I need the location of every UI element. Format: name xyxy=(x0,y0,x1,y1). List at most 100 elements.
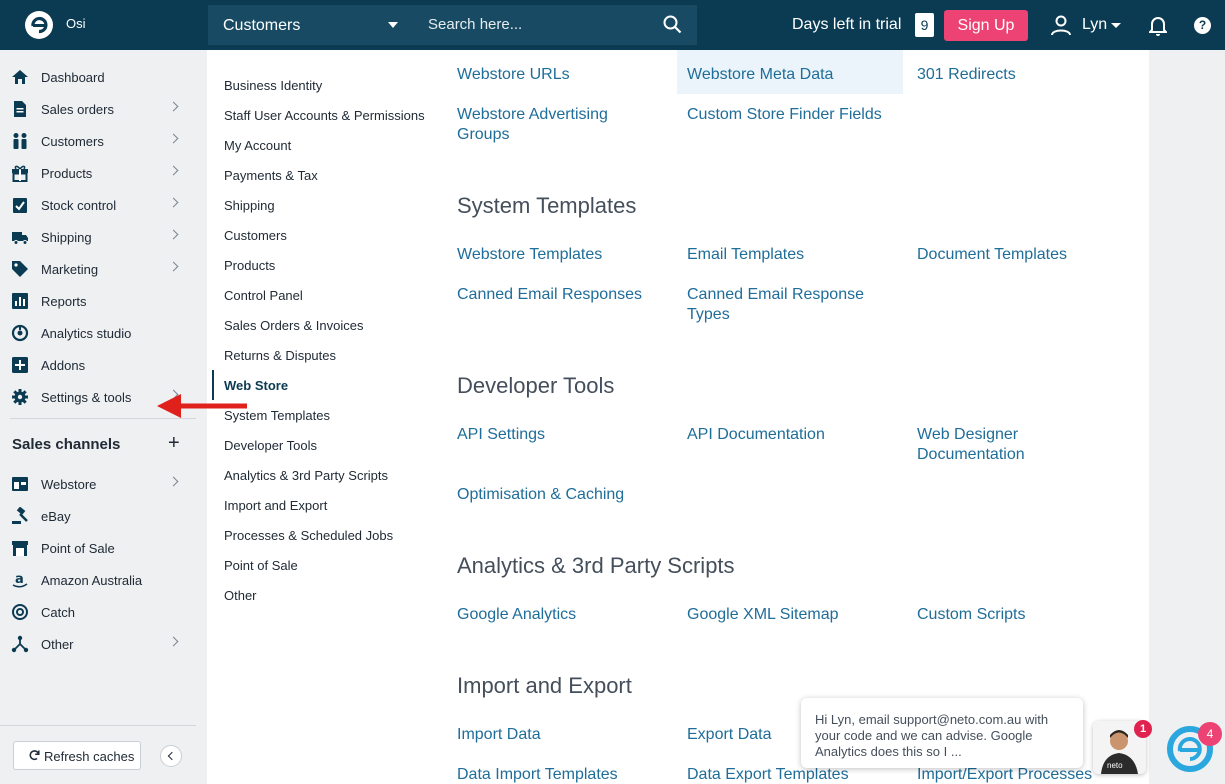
settings-nav-item[interactable]: Sales Orders & Invoices xyxy=(224,318,363,333)
settings-nav-item[interactable]: Shipping xyxy=(224,198,275,213)
sidebar-item-dashboard[interactable]: Dashboard xyxy=(0,61,196,93)
main-content: Business Identity Staff User Accounts & … xyxy=(207,50,1149,784)
sign-up-button[interactable]: Sign Up xyxy=(944,10,1028,41)
amazon-icon: a xyxy=(12,572,28,588)
section-title-system-templates: System Templates xyxy=(457,193,637,218)
search-input[interactable]: Search here... xyxy=(408,5,697,45)
settings-nav-item[interactable]: My Account xyxy=(224,138,291,153)
bell-icon[interactable] xyxy=(1149,16,1167,36)
search-scope-select[interactable]: Customers xyxy=(208,5,408,45)
link-data-import-templates[interactable]: Data Import Templates xyxy=(457,765,657,784)
chevron-right-icon xyxy=(168,165,179,176)
link-api-settings[interactable]: API Settings xyxy=(457,425,657,445)
sidebar-item-addons[interactable]: Addons xyxy=(0,349,196,381)
sidebar-item-label: Settings & tools xyxy=(41,390,132,405)
link-webstore-templates[interactable]: Webstore Templates xyxy=(457,245,657,265)
link-canned-email-responses[interactable]: Canned Email Responses xyxy=(457,285,657,305)
link-document-templates[interactable]: Document Templates xyxy=(917,245,1117,265)
bar-chart-icon xyxy=(12,293,28,309)
chevron-right-icon xyxy=(168,261,179,272)
user-name: Lyn xyxy=(1082,16,1108,33)
store-icon xyxy=(12,541,28,556)
sidebar-item-reports[interactable]: Reports xyxy=(0,285,196,317)
sidebar-item-webstore[interactable]: Webstore xyxy=(0,468,196,500)
gavel-icon xyxy=(12,507,28,524)
sidebar-item-stock-control[interactable]: Stock control xyxy=(0,189,196,221)
sidebar-item-customers[interactable]: Customers xyxy=(0,125,196,157)
chat-unread-badge: 1 xyxy=(1134,720,1152,738)
settings-nav-item[interactable]: Payments & Tax xyxy=(224,168,318,183)
sidebar-item-analytics-studio[interactable]: Analytics studio xyxy=(0,317,196,349)
sidebar-item-catch[interactable]: Catch xyxy=(0,596,196,628)
top-bar: Osi Customers Search here... Days left i… xyxy=(0,0,1225,50)
link-webstore-meta-data[interactable]: Webstore Meta Data xyxy=(687,65,887,85)
refresh-icon xyxy=(29,750,40,761)
link-email-templates[interactable]: Email Templates xyxy=(687,245,887,265)
settings-nav-item[interactable]: Returns & Disputes xyxy=(224,348,336,363)
chat-message-text: Hi Lyn, email support@neto.com.au with y… xyxy=(815,712,1049,759)
settings-nav-item[interactable]: Products xyxy=(224,258,275,273)
link-301-redirects[interactable]: 301 Redirects xyxy=(917,65,1117,85)
settings-nav-item[interactable]: Developer Tools xyxy=(224,438,317,453)
sidebar-item-products[interactable]: Products xyxy=(0,157,196,189)
store-name[interactable]: Osi xyxy=(66,16,86,31)
webstore-icon xyxy=(12,477,28,491)
sidebar-item-ebay[interactable]: eBay xyxy=(0,500,196,532)
link-optimisation-caching[interactable]: Optimisation & Caching xyxy=(457,485,657,505)
trial-days-count: 9 xyxy=(915,13,934,37)
settings-nav-item[interactable]: Analytics & 3rd Party Scripts xyxy=(224,468,388,483)
link-custom-store-finder-fields[interactable]: Custom Store Finder Fields xyxy=(687,105,887,125)
chevron-right-icon xyxy=(168,101,179,112)
link-webstore-urls[interactable]: Webstore URLs xyxy=(457,65,657,85)
link-canned-email-response-types[interactable]: Canned Email Response Types xyxy=(687,285,867,325)
launcher-notification-badge: 4 xyxy=(1198,722,1222,746)
sidebar-item-shipping[interactable]: Shipping xyxy=(0,221,196,253)
link-google-analytics[interactable]: Google Analytics xyxy=(457,605,657,625)
catch-icon xyxy=(12,604,28,620)
chat-message-bubble[interactable]: Hi Lyn, email support@neto.com.au with y… xyxy=(801,698,1083,768)
link-web-designer-documentation[interactable]: Web Designer Documentation xyxy=(917,425,1057,465)
refresh-caches-button[interactable]: Refresh caches xyxy=(13,741,141,770)
chevron-right-icon xyxy=(168,476,179,487)
plus-square-icon xyxy=(12,357,28,373)
settings-nav-item[interactable]: Other xyxy=(224,588,257,603)
sidebar-item-label: Shipping xyxy=(41,230,92,245)
link-webstore-advertising-groups[interactable]: Webstore Advertising Groups xyxy=(457,105,637,145)
section-title-developer-tools: Developer Tools xyxy=(457,373,615,398)
sidebar-item-marketing[interactable]: Marketing xyxy=(0,253,196,285)
collapse-sidebar-button[interactable] xyxy=(160,745,182,767)
settings-nav-item[interactable]: Control Panel xyxy=(224,288,303,303)
help-icon[interactable]: ? xyxy=(1194,17,1211,34)
sidebar-item-amazon-australia[interactable]: a Amazon Australia xyxy=(0,564,196,596)
settings-nav-item[interactable]: Staff User Accounts & Permissions xyxy=(224,108,425,123)
sidebar-item-point-of-sale[interactable]: Point of Sale xyxy=(0,532,196,564)
search-icon[interactable] xyxy=(663,15,682,34)
section-title-analytics: Analytics & 3rd Party Scripts xyxy=(457,553,735,578)
network-icon xyxy=(11,635,29,653)
settings-nav-item[interactable]: Customers xyxy=(224,228,287,243)
sidebar-item-label: Webstore xyxy=(41,477,97,492)
link-api-documentation[interactable]: API Documentation xyxy=(687,425,887,445)
tag-icon xyxy=(12,261,28,277)
link-custom-scripts[interactable]: Custom Scripts xyxy=(917,605,1117,625)
sidebar-item-sales-orders[interactable]: Sales orders xyxy=(0,93,196,125)
settings-nav-item[interactable]: Import and Export xyxy=(224,498,327,513)
settings-nav-item[interactable]: Point of Sale xyxy=(224,558,298,573)
chevron-down-icon xyxy=(388,22,398,28)
sidebar-item-label: Stock control xyxy=(41,198,117,213)
settings-nav-item-active[interactable]: Web Store xyxy=(224,378,288,393)
sidebar-item-label: eBay xyxy=(41,509,71,524)
sidebar-item-label: Sales orders xyxy=(41,102,114,117)
link-import-data[interactable]: Import Data xyxy=(457,725,657,745)
sidebar-item-label: Amazon Australia xyxy=(41,573,143,588)
analytics-icon xyxy=(11,324,29,342)
sidebar-item-other[interactable]: Other xyxy=(0,628,196,660)
add-channel-button[interactable]: + xyxy=(168,433,180,453)
annotation-arrow-icon xyxy=(157,394,247,418)
link-google-xml-sitemap[interactable]: Google XML Sitemap xyxy=(687,605,887,625)
user-icon xyxy=(1051,15,1071,36)
neto-logo-icon[interactable] xyxy=(25,11,53,39)
settings-nav-item[interactable]: Business Identity xyxy=(224,78,322,93)
settings-nav-item[interactable]: Processes & Scheduled Jobs xyxy=(224,528,393,543)
home-icon xyxy=(12,70,28,84)
